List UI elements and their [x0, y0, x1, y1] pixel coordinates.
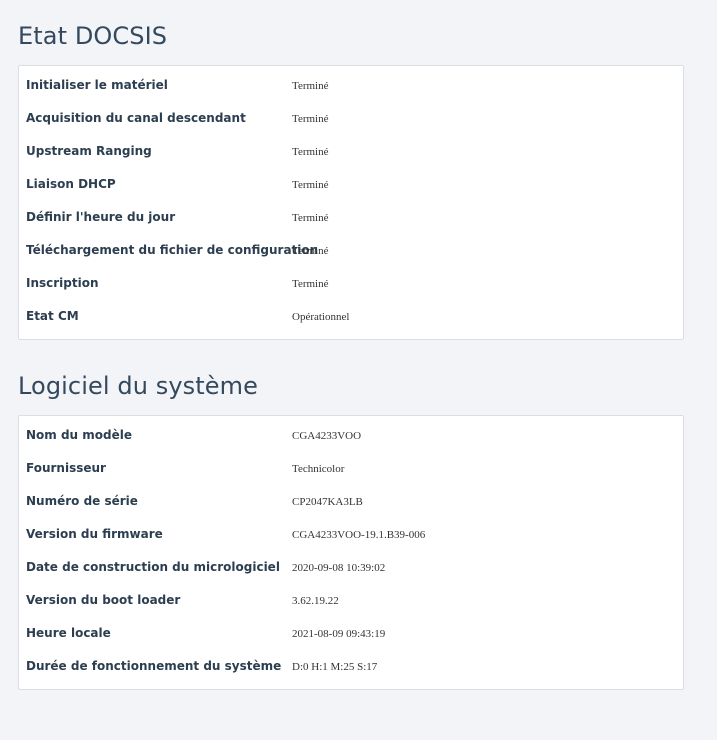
- row-value: Terminé: [292, 179, 329, 191]
- docsis-row-upstream-ranging: Upstream Ranging Terminé: [19, 136, 683, 169]
- docsis-row-downstream-acquisition: Acquisition du canal descendant Terminé: [19, 103, 683, 136]
- docsis-row-time-of-day: Définir l'heure du jour Terminé: [19, 202, 683, 235]
- row-label: Version du firmware: [26, 527, 163, 541]
- row-label: Date de construction du micrologiciel: [26, 560, 280, 574]
- row-label: Upstream Ranging: [26, 144, 152, 158]
- docsis-row-registration: Inscription Terminé: [19, 268, 683, 301]
- row-value: Terminé: [292, 212, 329, 224]
- system-row-vendor: Fournisseur Technicolor: [19, 453, 683, 486]
- row-value: Terminé: [292, 113, 329, 125]
- row-label: Numéro de série: [26, 494, 138, 508]
- row-value: Terminé: [292, 278, 329, 290]
- row-value: Terminé: [292, 245, 329, 257]
- row-label: Inscription: [26, 276, 99, 290]
- docsis-row-init-hardware: Initialiser le matériel Terminé: [19, 70, 683, 103]
- docsis-row-config-download: Téléchargement du fichier de configurati…: [19, 235, 683, 268]
- row-value: 2020-09-08 10:39:02: [292, 562, 386, 574]
- row-label: Téléchargement du fichier de configurati…: [26, 243, 319, 257]
- row-value: Technicolor: [292, 463, 345, 475]
- docsis-status-section: Etat DOCSIS Initialiser le matériel Term…: [18, 22, 684, 340]
- docsis-status-title: Etat DOCSIS: [18, 22, 168, 50]
- row-label: Initialiser le matériel: [26, 78, 168, 92]
- row-label: Version du boot loader: [26, 593, 181, 607]
- system-row-uptime: Durée de fonctionnement du système D:0 H…: [19, 651, 683, 684]
- system-row-model-name: Nom du modèle CGA4233VOO: [19, 420, 683, 453]
- row-value: Terminé: [292, 146, 329, 158]
- docsis-row-cm-state: Etat CM Opérationnel: [19, 301, 683, 334]
- row-value: 2021-08-09 09:43:19: [292, 628, 386, 640]
- row-value: Terminé: [292, 80, 329, 92]
- system-software-panel: Nom du modèle CGA4233VOO Fournisseur Tec…: [18, 415, 684, 690]
- system-row-firmware-version: Version du firmware CGA4233VOO-19.1.B39-…: [19, 519, 683, 552]
- row-value: D:0 H:1 M:25 S:17: [292, 661, 378, 673]
- docsis-status-panel: Initialiser le matériel Terminé Acquisit…: [18, 65, 684, 340]
- row-label: Etat CM: [26, 309, 79, 323]
- system-software-title: Logiciel du système: [18, 372, 258, 400]
- system-row-firmware-build-date: Date de construction du micrologiciel 20…: [19, 552, 683, 585]
- row-value: 3.62.19.22: [292, 595, 339, 607]
- row-value: CGA4233VOO: [292, 430, 362, 442]
- row-label: Fournisseur: [26, 461, 106, 475]
- system-software-section: Logiciel du système Nom du modèle CGA423…: [18, 372, 684, 690]
- row-label: Nom du modèle: [26, 428, 133, 442]
- row-value: CP2047KA3LB: [292, 496, 363, 508]
- row-label: Liaison DHCP: [26, 177, 116, 191]
- docsis-row-dhcp: Liaison DHCP Terminé: [19, 169, 683, 202]
- row-label: Acquisition du canal descendant: [26, 111, 246, 125]
- system-row-boot-loader-version: Version du boot loader 3.62.19.22: [19, 585, 683, 618]
- system-row-local-time: Heure locale 2021-08-09 09:43:19: [19, 618, 683, 651]
- row-value: Opérationnel: [292, 311, 350, 323]
- row-label: Définir l'heure du jour: [26, 210, 176, 224]
- row-label: Heure locale: [26, 626, 111, 640]
- row-value: CGA4233VOO-19.1.B39-006: [292, 529, 426, 541]
- row-label: Durée de fonctionnement du système: [26, 659, 282, 673]
- system-row-serial-number: Numéro de série CP2047KA3LB: [19, 486, 683, 519]
